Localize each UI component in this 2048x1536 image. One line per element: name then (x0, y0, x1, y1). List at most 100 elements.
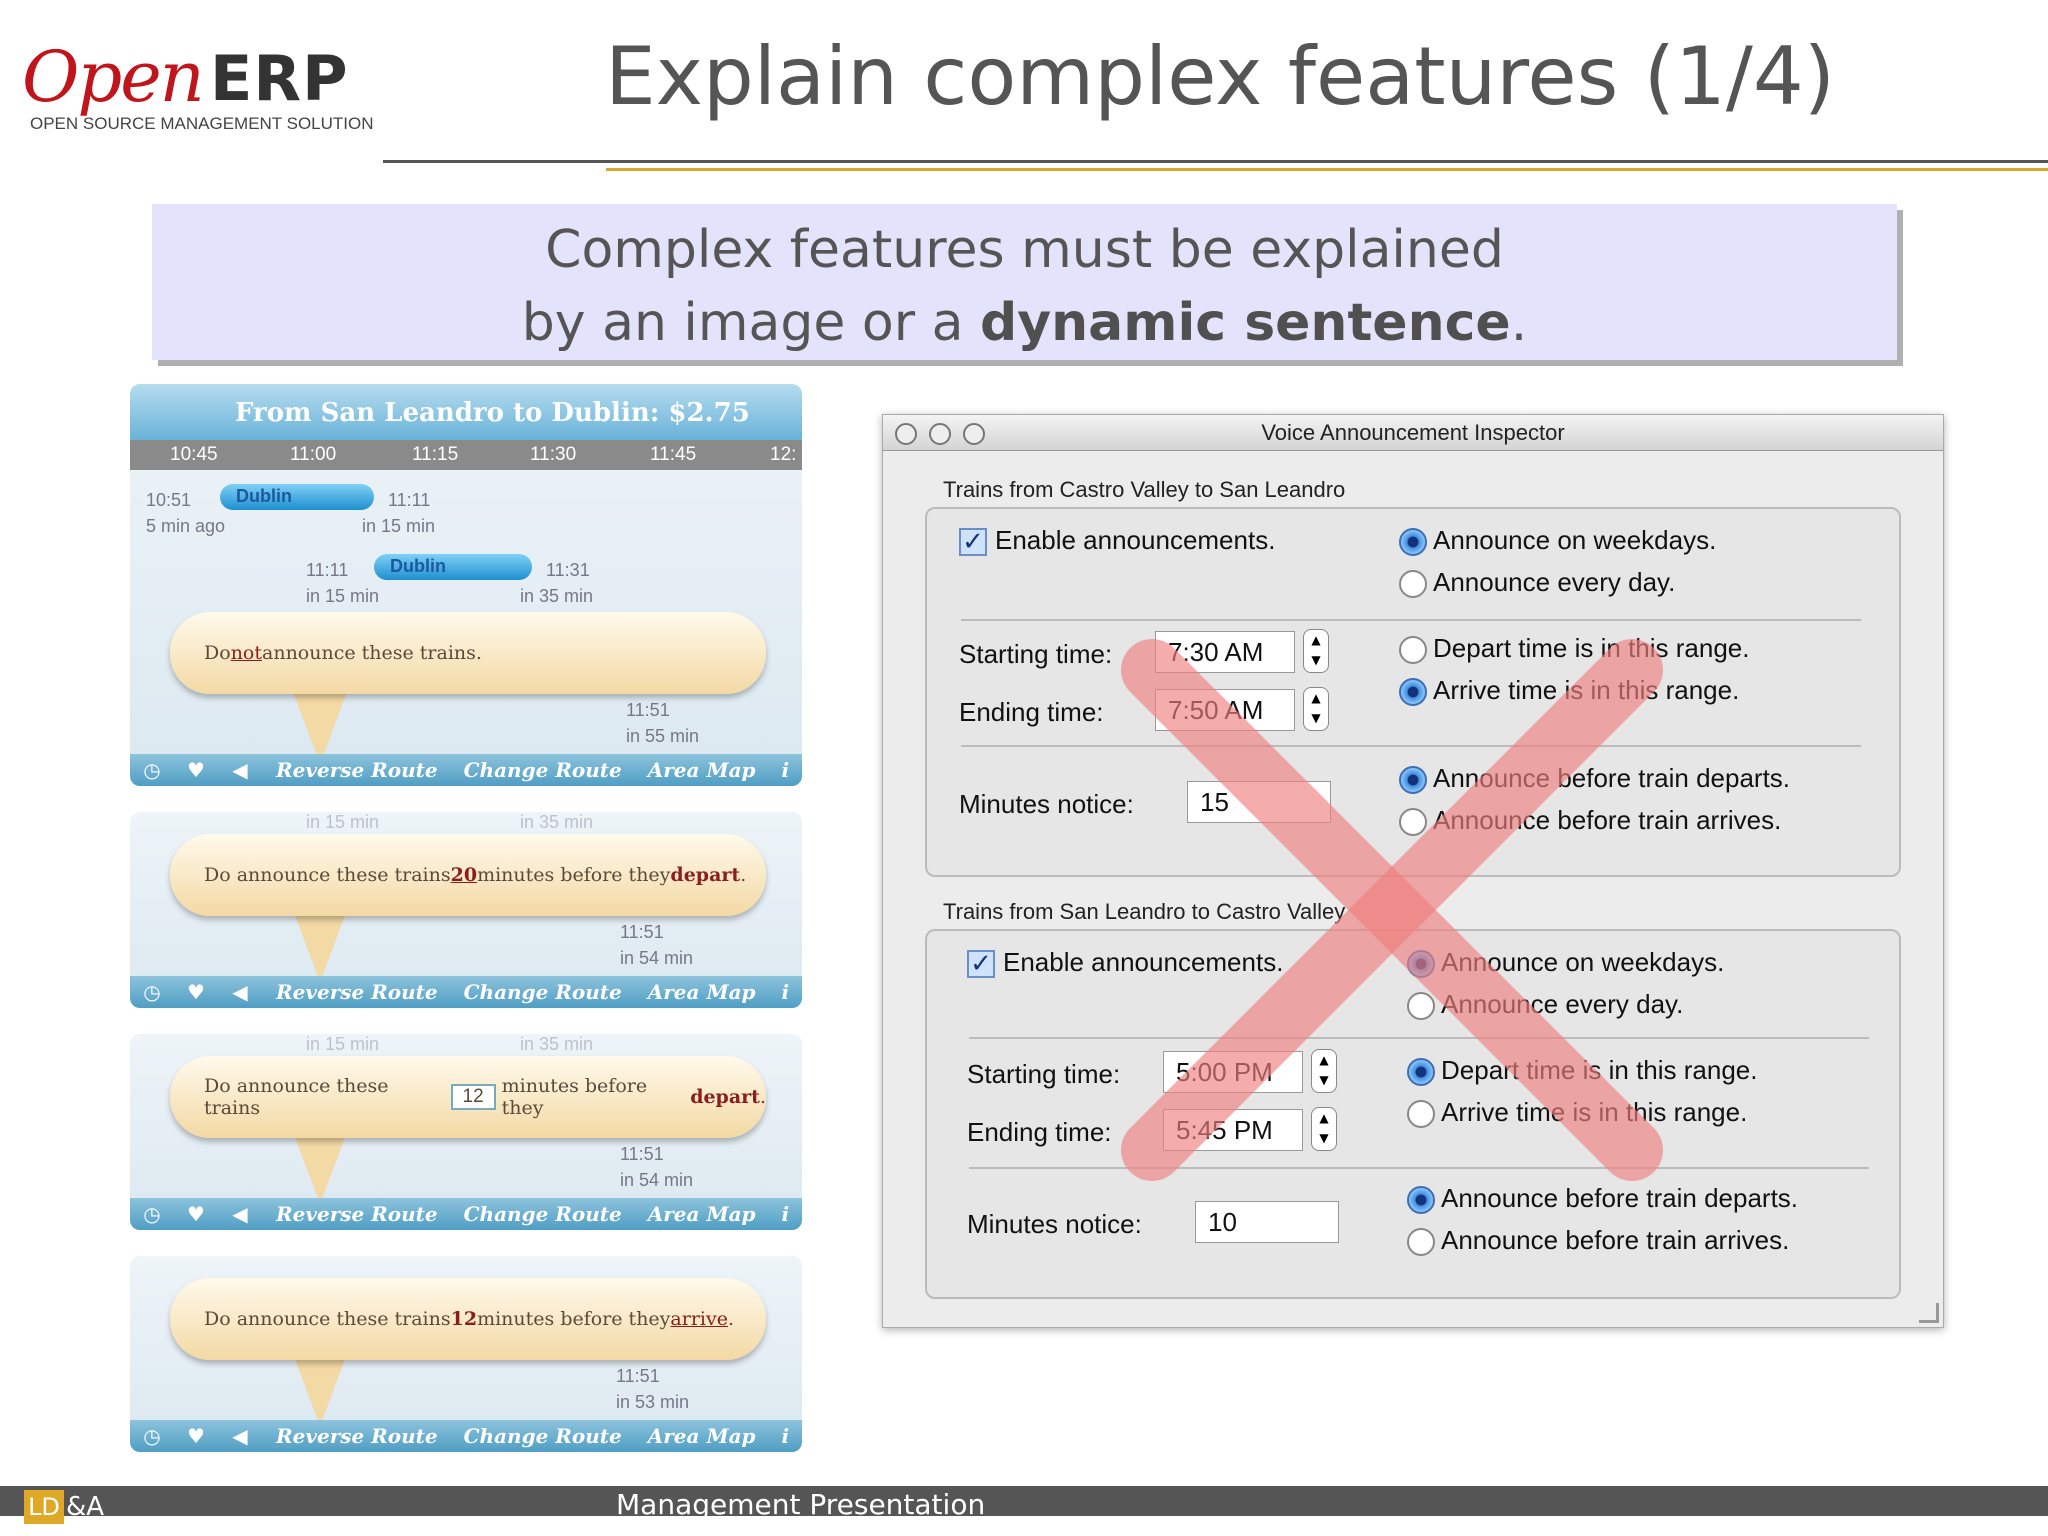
enable-checkbox[interactable]: ✓ Enable announcements. (959, 525, 1276, 557)
time-tick: 10:45 (170, 444, 218, 465)
train-time: 11:51 (626, 700, 670, 720)
heart-icon[interactable]: ♥ (174, 980, 218, 1004)
resize-grip-icon[interactable] (1919, 1303, 1939, 1323)
arrive-link[interactable]: arrive (670, 1308, 728, 1330)
train-time: 11:51 (616, 1366, 660, 1386)
clock-icon[interactable]: ◷ (130, 758, 174, 782)
heart-icon[interactable]: ♥ (174, 1202, 218, 1226)
clock-icon[interactable]: ◷ (130, 1202, 174, 1226)
change-route-link[interactable]: Change Route (464, 758, 622, 782)
title-rule (383, 160, 2048, 163)
bubble-text: . (740, 864, 747, 886)
train-eta: in 15 min (306, 812, 380, 832)
info-link[interactable]: i (782, 758, 790, 782)
reverse-route-link[interactable]: Reverse Route (276, 1424, 438, 1448)
speaker-icon[interactable]: ◀ (218, 1202, 262, 1226)
change-route-link[interactable]: Change Route (464, 1424, 622, 1448)
train-eta: 5 min ago (146, 516, 226, 536)
clock-icon[interactable]: ◷ (130, 980, 174, 1004)
train-time: 11:11 (388, 490, 431, 510)
time-ruler: 10:45 11:00 11:15 11:30 11:45 12: (130, 440, 802, 470)
train-eta: in 55 min (626, 726, 700, 746)
logo-erp-text: ERP (210, 42, 349, 115)
area-map-link[interactable]: Area Map (648, 758, 756, 782)
minutes-notice-label: Minutes notice: (967, 1209, 1142, 1239)
close-button[interactable] (895, 423, 917, 445)
title-accent-rule (606, 168, 2048, 171)
widget-toolbar: ◷ ♥ ◀ Reverse Route Change Route Area Map i (130, 1198, 802, 1230)
sentence-bubble: Do announce these trains 12 minutes befo… (170, 1056, 766, 1138)
depart-link[interactable]: depart (670, 864, 740, 886)
info-link[interactable]: i (782, 1424, 790, 1448)
train-time: 10:51 (146, 490, 192, 510)
minutes-link[interactable]: 12 (451, 1308, 477, 1330)
separator (961, 619, 1861, 621)
bubble-text: Do announce these trains (204, 864, 451, 886)
area-map-link[interactable]: Area Map (648, 1424, 756, 1448)
change-route-link[interactable]: Change Route (464, 1202, 622, 1226)
openerp-logo: Open ERP OPEN SOURCE MANAGEMENT SOLUTION (22, 30, 392, 140)
area-map-link[interactable]: Area Map (648, 980, 756, 1004)
reverse-route-link[interactable]: Reverse Route (276, 758, 438, 782)
speaker-icon[interactable]: ◀ (218, 758, 262, 782)
reverse-route-link[interactable]: Reverse Route (276, 1202, 438, 1226)
window-titlebar[interactable]: Voice Announcement Inspector (883, 415, 1943, 451)
train-eta: in 53 min (616, 1392, 690, 1412)
reverse-route-link[interactable]: Reverse Route (276, 980, 438, 1004)
bubble-text: minutes before they (477, 864, 671, 886)
slide-title: Explain complex features (1/4) (605, 30, 1835, 123)
bubble-text: . (727, 1308, 735, 1330)
widget-panel-2: in 15 min in 35 min Do announce these tr… (130, 812, 802, 1008)
change-route-link[interactable]: Change Route (464, 980, 622, 1004)
checkbox-label: Enable announcements. (995, 525, 1276, 555)
callout-line-2: by an image or a dynamic sentence. (152, 287, 1897, 360)
train-time: 11:11 (306, 560, 349, 580)
bubble-tail (290, 684, 350, 764)
start-time-label: Starting time: (967, 1059, 1121, 1089)
minutes-link[interactable]: 20 (451, 864, 477, 886)
check-icon: ✓ (959, 528, 987, 557)
speaker-icon[interactable]: ◀ (218, 1424, 262, 1448)
footer-amp: &A (66, 1492, 105, 1522)
info-link[interactable]: i (782, 1202, 790, 1226)
train-time: 11:31 (546, 560, 590, 580)
train-time: 11:51 (620, 1144, 664, 1164)
logo-open-text: Open (22, 36, 205, 118)
radio-weekdays[interactable]: Announce on weekdays. (1399, 525, 1716, 557)
zoom-button[interactable] (963, 423, 985, 445)
radio-everyday[interactable]: Announce every day. (1399, 567, 1676, 599)
group-title: Trains from Castro Valley to San Leandro (943, 477, 1346, 502)
train-pill[interactable]: Dublin (220, 484, 374, 510)
clock-icon[interactable]: ◷ (130, 1424, 174, 1448)
train-eta: in 35 min (520, 1034, 594, 1054)
time-tick: 11:15 (412, 444, 459, 465)
radio-label: Announce every day. (1433, 567, 1676, 597)
window-title: Voice Announcement Inspector (1261, 420, 1565, 445)
depart-link[interactable]: depart (690, 1086, 760, 1108)
not-link[interactable]: not (231, 642, 262, 664)
heart-icon[interactable]: ♥ (174, 758, 218, 782)
heart-icon[interactable]: ♥ (174, 1424, 218, 1448)
train-eta: in 15 min (306, 586, 380, 606)
bubble-text: minutes before they (501, 1075, 648, 1119)
footer-bar (0, 1486, 2048, 1516)
radio-before-arrive[interactable]: Announce before train arrives. (1407, 1225, 1790, 1257)
time-tick: 12: (770, 444, 797, 465)
radio-label: Announce before train arrives. (1441, 1225, 1790, 1255)
callout-box: Complex features must be explained by an… (152, 204, 1897, 360)
info-link[interactable]: i (782, 980, 790, 1004)
train-pill[interactable]: Dublin (374, 554, 532, 580)
minutes-input[interactable]: 12 (450, 1084, 496, 1110)
area-map-link[interactable]: Area Map (648, 1202, 756, 1226)
route-header: From San Leandro to Dublin: $2.75 (130, 384, 802, 440)
minutes-notice-label: Minutes notice: (959, 789, 1134, 819)
widget-toolbar: ◷ ♥ ◀ Reverse Route Change Route Area Map i (130, 1420, 802, 1452)
end-time-label: Ending time: (967, 1117, 1112, 1147)
speaker-icon[interactable]: ◀ (218, 980, 262, 1004)
radio-unselected-icon (1407, 1228, 1435, 1257)
minimize-button[interactable] (929, 423, 951, 445)
train-time: 11:51 (620, 922, 664, 942)
radio-selected-icon (1407, 1186, 1435, 1215)
time-tick: 11:45 (650, 444, 697, 465)
minutes-notice-field[interactable]: 10 (1195, 1201, 1339, 1243)
